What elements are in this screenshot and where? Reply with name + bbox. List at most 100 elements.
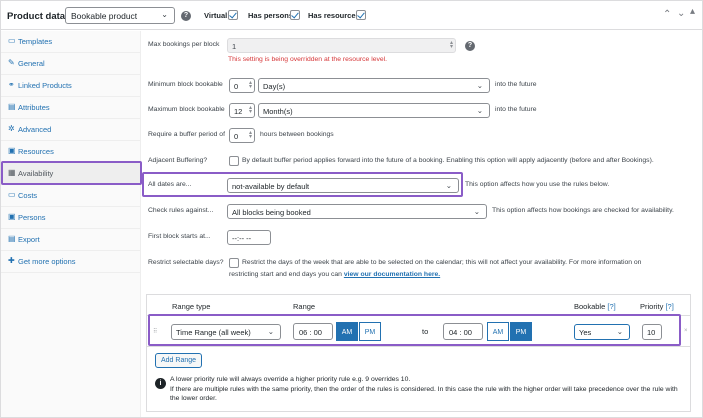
- bookable-help-link[interactable]: [?]: [607, 302, 615, 311]
- tab-label: Costs: [18, 191, 38, 200]
- help-icon[interactable]: ?: [181, 11, 191, 21]
- tab-label: Advanced: [18, 125, 52, 134]
- buffer-label: Require a buffer period of: [148, 131, 225, 138]
- check-rules-help: This option affects how bookings are che…: [492, 207, 674, 214]
- max-bookings-input[interactable]: 1 ▴ ▾: [227, 38, 456, 53]
- all-dates-select[interactable]: not-available by default ⌄: [227, 178, 459, 193]
- bookable-header: Bookable [?]: [574, 302, 616, 311]
- min-block-unit-select[interactable]: Day(s) ⌄: [258, 78, 490, 93]
- tab-templates[interactable]: ▭ Templates: [1, 31, 141, 53]
- chevron-down-icon: ⌄: [445, 181, 452, 190]
- tab-general[interactable]: ✎ General: [1, 53, 141, 75]
- max-block-unit-select[interactable]: Month(s) ⌄: [258, 103, 490, 118]
- max-block-input[interactable]: 12 ▴ ▾: [229, 103, 255, 118]
- has-persons-label: Has persons:: [248, 11, 296, 20]
- help-icon[interactable]: ?: [465, 41, 475, 51]
- restrict-days-checkbox[interactable]: [229, 258, 239, 268]
- documentation-link[interactable]: view our documentation here.: [344, 271, 440, 278]
- remove-row-icon[interactable]: ×: [684, 328, 688, 334]
- chevron-down-icon: ⌄: [476, 81, 483, 90]
- priority-header: Priority [?]: [640, 302, 674, 311]
- restrict-days-text-2: restricting start and end days you can v…: [229, 271, 440, 278]
- product-data-header: Product data — Bookable product ⌄ ? Virt…: [1, 1, 702, 30]
- buffer-input[interactable]: 0 ▴ ▾: [229, 128, 255, 143]
- priority-info-text: A lower priority rule will always overri…: [170, 375, 685, 404]
- tab-get-more-options[interactable]: ✚ Get more options: [1, 251, 141, 273]
- tab-label: General: [18, 59, 45, 68]
- tab-persons[interactable]: ▣ Persons: [1, 207, 141, 229]
- max-block-label: Maximum block bookable: [148, 106, 225, 113]
- product-data-tabs: ▭ Templates ✎ General ⚭ Linked Products …: [1, 31, 141, 417]
- list-icon: ▤: [8, 102, 16, 111]
- chevron-down-icon: ⌄: [476, 106, 483, 115]
- virtual-checkbox[interactable]: [228, 10, 238, 20]
- max-bookings-value: 1: [232, 42, 237, 51]
- all-dates-help: This option affects how you use the rule…: [465, 181, 610, 188]
- tab-label: Attributes: [18, 103, 50, 112]
- restrict-days-text: Restrict the days of the week that are a…: [242, 259, 642, 266]
- chevron-down-icon: ⌄: [473, 207, 480, 216]
- range-row-highlight: [148, 314, 681, 346]
- adjacent-buffering-label: Adjacent Buffering?: [148, 157, 208, 164]
- link-icon: ⚭: [8, 80, 15, 89]
- min-block-label: Minimum block bookable: [148, 81, 223, 88]
- max-bookings-label: Max bookings per block: [148, 41, 220, 48]
- tab-linked-products[interactable]: ⚭ Linked Products: [1, 75, 141, 97]
- move-up-icon[interactable]: ⌃: [663, 9, 671, 20]
- max-block-suffix: into the future: [495, 106, 537, 113]
- adjacent-buffering-text: By default buffer period applies forward…: [242, 157, 654, 164]
- priority-help-link[interactable]: [?]: [665, 302, 673, 311]
- tab-label: Templates: [18, 37, 53, 46]
- toggle-panel-icon[interactable]: ▴: [690, 6, 695, 17]
- virtual-label: Virtual:: [204, 11, 230, 20]
- priority-info-line-2: If there are multiple rules with the sam…: [170, 385, 678, 403]
- product-data-panel: Product data — Bookable product ⌄ ? Virt…: [0, 0, 703, 418]
- add-range-button[interactable]: Add Range: [155, 353, 203, 368]
- template-icon: ▭: [8, 36, 16, 45]
- restrict-days-text-2-body: restricting start and end days you can: [229, 271, 342, 278]
- first-block-time-input[interactable]: --:-- --: [227, 230, 271, 245]
- chevron-down-icon: ⌄: [161, 10, 168, 19]
- bookable-header-label: Bookable: [574, 302, 606, 311]
- plugin-icon: ✚: [8, 256, 15, 265]
- check-rules-value: All blocks being booked: [232, 208, 311, 217]
- wrench-icon: ✎: [8, 58, 15, 67]
- buffer-value: 0: [234, 132, 239, 141]
- availability-ranges-table: Range type Range Bookable [?] Priority […: [146, 294, 691, 412]
- tab-label: Resources: [18, 147, 54, 156]
- tab-advanced[interactable]: ✲ Advanced: [1, 119, 141, 141]
- all-dates-value: not-available by default: [232, 182, 310, 191]
- tab-label: Linked Products: [18, 81, 72, 90]
- tab-resources[interactable]: ▣ Resources: [1, 141, 141, 163]
- all-dates-label: All dates are...: [148, 181, 192, 188]
- check-rules-select[interactable]: All blocks being booked ⌄: [227, 204, 487, 219]
- export-icon: ▤: [8, 234, 16, 243]
- tab-label: Export: [18, 235, 40, 244]
- stepper-icon: ▴ ▾: [248, 80, 252, 90]
- costs-icon: ▭: [8, 190, 16, 199]
- min-block-value: 0: [234, 82, 239, 91]
- stepper-icon: ▴ ▾: [248, 105, 252, 115]
- priority-header-label: Priority: [640, 302, 664, 311]
- stepper-icon: ▴ ▾: [449, 40, 453, 50]
- has-resources-checkbox[interactable]: [356, 10, 366, 20]
- has-resources-label: Has resources:: [308, 11, 363, 20]
- max-bookings-warning: This setting is being overridden at the …: [228, 56, 388, 63]
- buffer-suffix: hours between bookings: [260, 131, 334, 138]
- move-down-icon[interactable]: ⌄: [677, 8, 685, 19]
- check-rules-label: Check rules against...: [148, 207, 214, 214]
- tab-export[interactable]: ▤ Export: [1, 229, 141, 251]
- restrict-days-label: Restrict selectable days?: [148, 259, 224, 266]
- tab-costs[interactable]: ▭ Costs: [1, 185, 141, 207]
- tab-attributes[interactable]: ▤ Attributes: [1, 97, 141, 119]
- tab-label: Persons: [18, 213, 46, 222]
- availability-tab-highlight: [1, 161, 142, 185]
- max-block-value: 12: [234, 107, 243, 116]
- first-block-label: First block starts at...: [148, 233, 211, 240]
- product-type-select[interactable]: Bookable product ⌄: [65, 7, 175, 24]
- adjacent-buffering-checkbox[interactable]: [229, 156, 239, 166]
- has-persons-checkbox[interactable]: [290, 10, 300, 20]
- tab-label: Get more options: [18, 257, 76, 266]
- persons-icon: ▣: [8, 212, 16, 221]
- min-block-input[interactable]: 0 ▴ ▾: [229, 78, 255, 93]
